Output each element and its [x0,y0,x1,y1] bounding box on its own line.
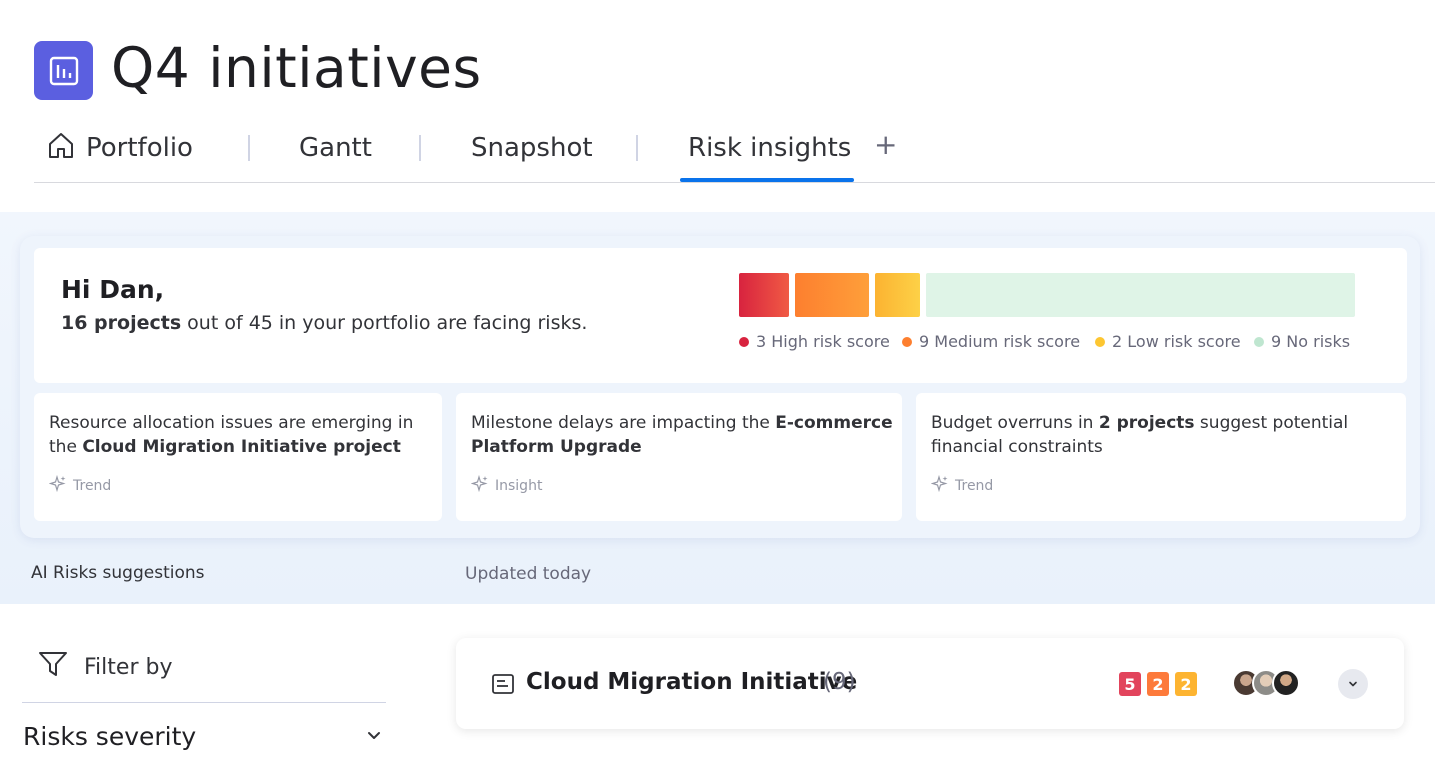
greeting-card: Hi Dan, 16 projects out of 45 in your po… [34,248,1407,383]
insight-project-name: E-commerce [775,413,893,433]
summary-rest: out of 45 in your portfolio are facing r… [181,312,588,334]
insight-card[interactable]: Budget overruns in 2 projects suggest po… [916,393,1406,521]
risk-segment-medium [795,273,869,317]
tab-separator [419,135,421,161]
risk-badge-low: 2 [1175,672,1197,696]
legend-low: 2 Low risk score [1095,332,1241,351]
ai-risks-label: AI Risks suggestions [31,563,205,583]
page-title: Q4 initiatives [111,36,482,100]
insight-card[interactable]: Resource allocation issues are emerging … [34,393,442,521]
divider [22,702,386,703]
greeting-title: Hi Dan, [61,275,165,304]
legend-dot [1095,336,1105,347]
legend-dot [902,336,912,347]
insight-line: suggest potential [1194,413,1349,433]
risk-distribution-bar [739,273,1355,317]
insight-card[interactable]: Milestone delays are impacting the E-com… [456,393,902,521]
risk-segment-none [926,273,1355,317]
sparkle-icon [930,474,949,497]
updated-timestamp: Updated today [465,564,592,584]
risk-badge-medium: 2 [1147,672,1169,696]
insight-text: Budget overruns in 2 projects suggest po… [931,411,1348,459]
chevron-down-icon [1347,675,1359,694]
tab-risk-insights[interactable]: Risk insights [688,130,851,166]
filter-by-button[interactable]: Filter by [38,650,172,684]
insight-line: financial constraints [931,437,1103,457]
insight-tag: Insight [470,474,543,497]
legend-label: 9 No risks [1271,332,1351,351]
risk-badge-high: 5 [1119,672,1141,696]
tab-label: Snapshot [471,133,593,163]
project-card[interactable]: Cloud Migration Initiative (9) 5 2 2 [456,638,1404,729]
risk-summary-text: 16 projects out of 45 in your portfolio … [61,312,587,334]
tab-label: Risk insights [688,133,852,163]
tab-separator [248,135,250,161]
risk-segment-high [739,273,789,317]
legend-dot [739,336,749,347]
insight-line: Milestone delays are impacting the [471,413,776,433]
active-tab-indicator [680,178,854,182]
insight-line: Budget overruns in [931,413,1099,433]
insight-project-name: Platform Upgrade [471,437,642,457]
insight-text: Resource allocation issues are emerging … [49,411,413,459]
legend-high: 3 High risk score [739,332,890,351]
header: Q4 initiatives Portfolio Gantt Snapshot … [0,0,1435,212]
insight-project-name: Cloud Migration Initiative project [82,437,401,457]
legend-label: 3 High risk score [756,332,890,351]
chevron-down-icon[interactable] [365,726,383,748]
home-icon [46,130,76,167]
insight-tag-label: Insight [495,478,543,494]
tab-label: Portfolio [86,133,193,163]
tab-separator [636,135,638,161]
legend-dot [1254,336,1264,347]
tab-label: Gantt [299,133,372,163]
legend-none: 9 No risks [1254,332,1350,351]
insight-line: Resource allocation issues are emerging … [49,413,414,433]
legend-label: 9 Medium risk score [919,332,1081,351]
project-icon [492,674,514,698]
filter-label: Filter by [84,654,173,680]
insight-tag: Trend [930,474,994,497]
legend-label: 2 Low risk score [1112,332,1241,351]
tab-bar: Portfolio Gantt Snapshot Risk insights + [34,118,1435,183]
board-chart-icon [34,41,93,100]
sparkle-icon [48,474,67,497]
insight-text: Milestone delays are impacting the E-com… [471,411,893,459]
project-risk-count: (9) [823,669,856,695]
filter-icon [38,650,68,684]
insight-line: the [49,437,83,457]
insight-tag-label: Trend [955,478,994,494]
tab-gantt[interactable]: Gantt [299,130,372,166]
insight-tag: Trend [48,474,112,497]
tab-snapshot[interactable]: Snapshot [471,130,593,166]
avatar[interactable] [1272,669,1300,697]
tab-portfolio[interactable]: Portfolio [46,130,193,166]
add-tab-button[interactable]: + [874,128,897,161]
risk-segment-low [875,273,920,317]
risks-severity-dropdown[interactable]: Risks severity [23,722,196,751]
legend-medium: 9 Medium risk score [902,332,1080,351]
summary-bold: 16 projects [61,312,182,334]
sparkle-icon [470,474,489,497]
expand-button[interactable] [1338,669,1368,699]
insight-tag-label: Trend [73,478,112,494]
insight-highlight: 2 projects [1098,413,1195,433]
project-name: Cloud Migration Initiative [526,669,858,695]
